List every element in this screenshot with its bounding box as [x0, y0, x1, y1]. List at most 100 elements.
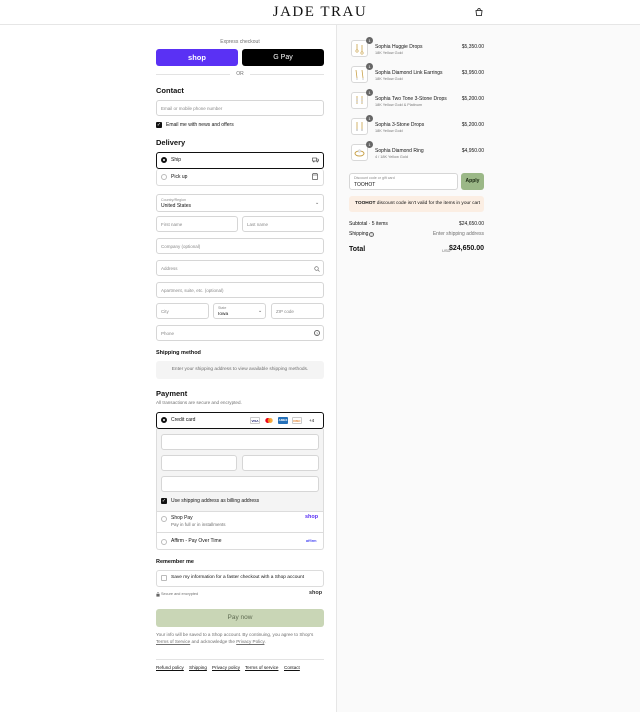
country-select[interactable]: Country/Region United States ⌄	[156, 194, 324, 212]
shipping-method-message: Enter your shipping address to view avai…	[156, 361, 324, 379]
store-icon	[312, 173, 318, 180]
shipping-value: Enter shipping address	[432, 231, 484, 237]
news-label: Email me with news and offers	[166, 122, 234, 128]
billing-checkbox[interactable]: ✓	[161, 498, 167, 504]
product-variant: 18K Yellow Gold & Platinum	[375, 103, 423, 107]
ship-label: Ship	[171, 157, 182, 163]
product-price: $4,950.00	[461, 148, 484, 154]
shop-pay-label: Shop Pay	[171, 515, 193, 521]
shop-pay-express-button[interactable]: shop	[156, 49, 238, 66]
product-price: $5,200.00	[461, 96, 484, 102]
legal-text: Your info will be saved to a Shop accoun…	[156, 632, 314, 644]
credit-card-radio[interactable]	[161, 417, 167, 423]
first-name-field[interactable]: First name	[156, 216, 238, 232]
affirm-logo: affirm	[306, 539, 317, 543]
state-select[interactable]: State Iowa ⌄	[213, 303, 266, 319]
google-pay-button[interactable]: G Pay	[242, 49, 324, 66]
more-cards-label: +4	[309, 418, 315, 423]
search-icon	[314, 266, 320, 272]
shop-pay-sub: Pay in full or in installments	[171, 522, 226, 527]
product-thumbnail	[351, 118, 368, 135]
product-variant: 4 / 18K Yellow Gold	[375, 155, 408, 159]
product-name: Sophia 3-Stone Drops	[375, 122, 425, 128]
affirm-label: Affirm - Pay Over Time	[171, 538, 222, 544]
company-field[interactable]: Company (optional)	[156, 238, 324, 254]
header: JADE TRAU	[0, 0, 640, 25]
discover-icon: DISC	[292, 417, 302, 424]
quantity-badge: 1	[366, 37, 373, 44]
pay-now-button[interactable]: Pay now	[156, 609, 324, 627]
credit-card-label: Credit card	[171, 417, 196, 423]
ship-radio[interactable]	[161, 157, 167, 163]
or-label: OR	[230, 71, 250, 77]
privacy-link[interactable]: Privacy Policy	[236, 639, 264, 644]
product-thumbnail	[351, 40, 368, 57]
apply-button[interactable]: Apply	[461, 173, 484, 190]
address-field[interactable]: Address	[156, 260, 324, 276]
shipping-label: Shipping	[349, 231, 369, 237]
save-info-checkbox[interactable]	[161, 575, 167, 581]
help-icon[interactable]: ?	[314, 330, 320, 336]
product-variant: 18K Yellow Gold	[375, 77, 403, 81]
truck-icon	[312, 157, 319, 163]
last-name-field[interactable]: Last name	[242, 216, 324, 232]
visa-icon: VISA	[250, 417, 260, 424]
pickup-radio[interactable]	[161, 174, 167, 180]
contact-heading: Contact	[156, 86, 184, 95]
subtotal-value: $24,650.00	[458, 221, 484, 227]
product-name: Sophia Diamond Link Earrings	[375, 70, 443, 76]
card-expiry-field[interactable]	[161, 455, 237, 471]
chevron-down-icon: ⌄	[315, 200, 320, 206]
product-thumbnail	[351, 66, 368, 83]
footer-link-privacy[interactable]: Privacy policy	[212, 665, 240, 670]
city-field[interactable]: City	[156, 303, 209, 319]
shopping-bag-icon[interactable]	[475, 8, 483, 16]
news-checkbox[interactable]: ✓	[156, 122, 162, 128]
secure-label: Secure and encrypted	[161, 592, 199, 596]
discount-error: TOOHOT discount code isn't valid for the…	[349, 196, 484, 212]
shop-pay-logo: shop	[305, 514, 319, 520]
remember-heading: Remember me	[156, 559, 194, 565]
card-cvv-field[interactable]	[242, 455, 319, 471]
product-price: $5,350.00	[461, 44, 484, 50]
pickup-label: Pick up	[171, 174, 188, 180]
ship-option[interactable]	[156, 152, 324, 169]
product-name: Sophia Diamond Ring	[375, 148, 424, 154]
shop-logo: shop	[309, 590, 323, 596]
footer-link-shipping[interactable]: Shipping	[189, 665, 207, 670]
affirm-radio[interactable]	[161, 539, 167, 545]
footer-link-terms[interactable]: Terms of service	[245, 665, 278, 670]
product-thumbnail	[351, 144, 368, 161]
total-label: Total	[349, 246, 366, 253]
footer-divider	[156, 659, 324, 660]
zip-field[interactable]: ZIP code	[271, 303, 324, 319]
brand-logo[interactable]: JADE TRAU	[270, 4, 370, 21]
product-variant: 18K Yellow Gold	[375, 129, 403, 133]
quantity-badge: 1	[366, 89, 373, 96]
payment-subtitle: All transactions are secure and encrypte…	[156, 400, 242, 405]
mastercard-icon	[264, 417, 274, 424]
product-name: Sophia Huggie Drops	[375, 44, 423, 50]
total-value: $24,650.00	[448, 245, 484, 252]
delivery-heading: Delivery	[156, 138, 186, 147]
email-field[interactable]: Email or mobile phone number	[156, 100, 324, 116]
product-name: Sophia Two Tone 3-Stone Drops	[375, 96, 447, 102]
save-info-label: Save my information for a faster checkou…	[171, 575, 305, 580]
quantity-badge: 1	[366, 63, 373, 70]
billing-label: Use shipping address as billing address	[171, 498, 260, 504]
terms-link[interactable]: Terms of Service	[156, 639, 190, 644]
lock-icon	[156, 592, 160, 597]
shop-pay-radio[interactable]	[161, 516, 167, 522]
subtotal-label: Subtotal · 5 items	[349, 221, 388, 227]
card-number-field[interactable]	[161, 434, 319, 450]
footer-link-contact[interactable]: Contact	[284, 665, 300, 670]
product-price: $3,950.00	[461, 70, 484, 76]
quantity-badge: 1	[366, 115, 373, 122]
info-icon[interactable]: ?	[369, 231, 374, 237]
card-name-field[interactable]	[161, 476, 319, 492]
apartment-field[interactable]: Apartment, suite, etc. (optional)	[156, 282, 324, 298]
discount-field[interactable]: Discount code or gift card TOOHOT	[349, 173, 458, 190]
express-checkout-label: Express checkout	[220, 39, 260, 45]
phone-field[interactable]: Phone ?	[156, 325, 324, 341]
footer-link-refund[interactable]: Refund policy	[156, 665, 184, 670]
